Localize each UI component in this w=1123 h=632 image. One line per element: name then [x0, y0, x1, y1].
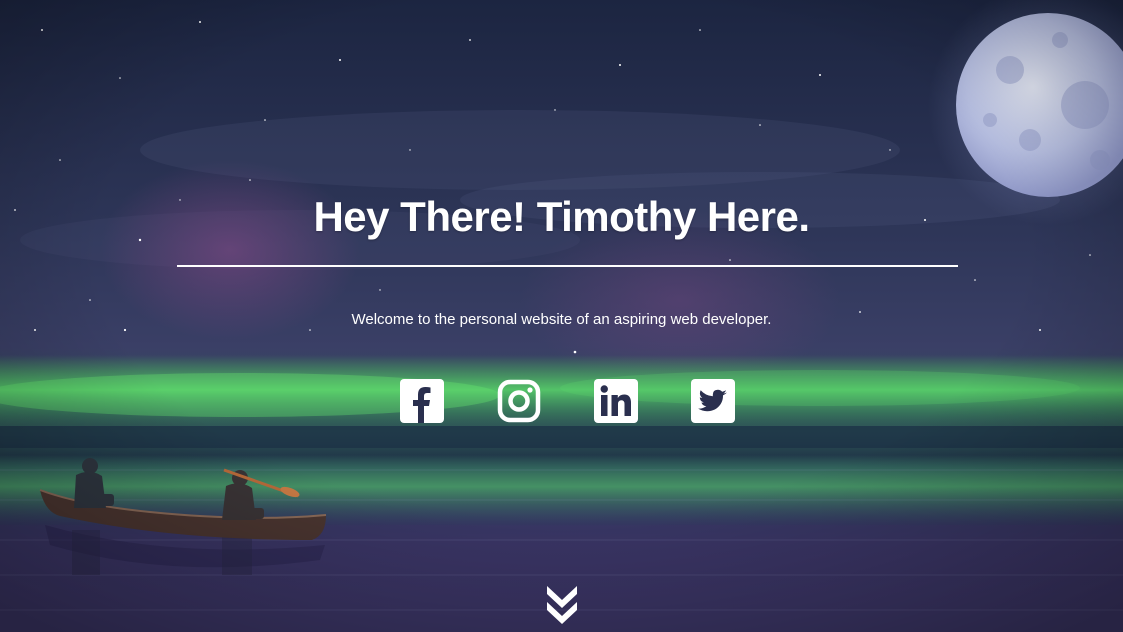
hero-section: Hey There! Timothy Here. Welcome to the …: [0, 0, 1123, 632]
hero-subtitle: Welcome to the personal website of an as…: [351, 311, 772, 328]
instagram-link[interactable]: [497, 379, 541, 423]
twitter-link[interactable]: [691, 379, 735, 423]
twitter-icon: [691, 379, 735, 423]
instagram-icon: [497, 379, 541, 423]
double-chevron-down-icon: [547, 586, 577, 624]
hero-content: Hey There! Timothy Here. Welcome to the …: [0, 0, 1123, 632]
scroll-down-button[interactable]: [544, 582, 580, 624]
facebook-link[interactable]: [400, 379, 444, 423]
linkedin-link[interactable]: [594, 379, 638, 423]
page-title: Hey There! Timothy Here.: [313, 193, 810, 240]
facebook-icon: [400, 379, 444, 423]
linkedin-icon: [594, 379, 638, 423]
title-divider: [177, 265, 958, 267]
